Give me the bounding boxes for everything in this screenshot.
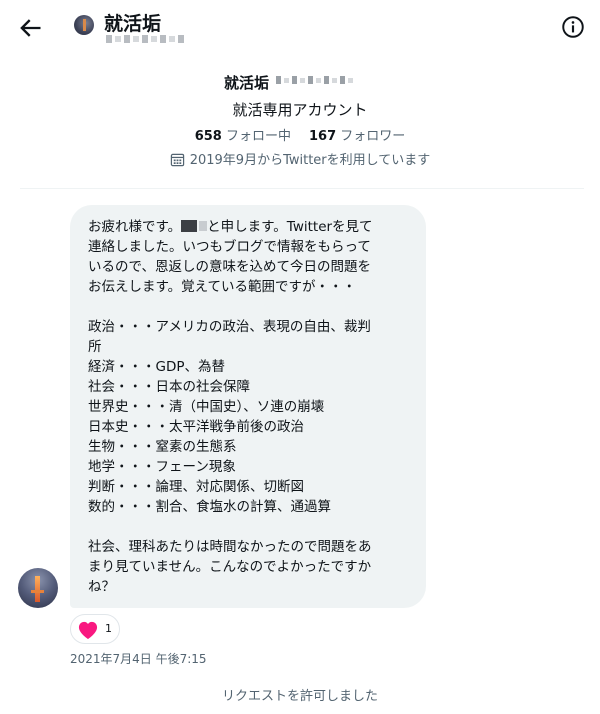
message-text-start: お疲れ様です。 <box>88 219 182 235</box>
avatar-tower-deck <box>31 590 44 593</box>
reaction-count: 1 <box>105 622 112 635</box>
header-handle-redacted <box>106 35 184 43</box>
header-avatar[interactable] <box>74 15 94 35</box>
info-circle-icon[interactable] <box>560 14 586 40</box>
joined-date: 2019年9月からTwitterを利用しています <box>0 149 600 168</box>
request-status: リクエストを許可しました <box>221 689 378 704</box>
message-bubble[interactable]: お疲れ様です。 と申します。Twitterを見て 連絡しました。いつもブログで情報… <box>70 205 426 608</box>
profile-display-name[interactable]: 就活垢 <box>224 72 269 93</box>
header-display-name: 就活垢 <box>104 13 162 35</box>
follow-stats: 658 フォロー中 167 フォロワー <box>0 125 600 144</box>
sender-avatar[interactable] <box>18 568 58 608</box>
followers-count: 167 <box>309 129 337 144</box>
profile-handle-redacted <box>276 76 353 84</box>
message-text-body: と申します。Twitterを見て 連絡しました。いつもブログで情報をもらって い… <box>88 219 373 595</box>
joined-text: 2019年9月からTwitterを利用しています <box>189 153 431 168</box>
following-label: フォロー中 <box>225 129 291 144</box>
redacted-name-part <box>199 221 208 231</box>
message-timestamp: 2021年7月4日 午後7:15 <box>70 652 207 666</box>
heart-icon <box>78 621 98 640</box>
conversation-header: 就活垢 <box>0 0 600 56</box>
followers-link[interactable]: 167 フォロワー <box>309 129 405 144</box>
arrow-left-icon[interactable] <box>16 14 44 42</box>
following-count: 658 <box>194 129 222 144</box>
calendar-icon <box>170 153 184 167</box>
profile-bio: 就活専用アカウント <box>232 101 368 119</box>
divider <box>20 188 584 189</box>
avatar-tower-shape <box>35 576 40 602</box>
followers-label: フォロワー <box>340 129 406 144</box>
following-link[interactable]: 658 フォロー中 <box>195 129 291 144</box>
reaction-button[interactable]: 1 <box>70 614 120 644</box>
redacted-name <box>181 220 198 232</box>
